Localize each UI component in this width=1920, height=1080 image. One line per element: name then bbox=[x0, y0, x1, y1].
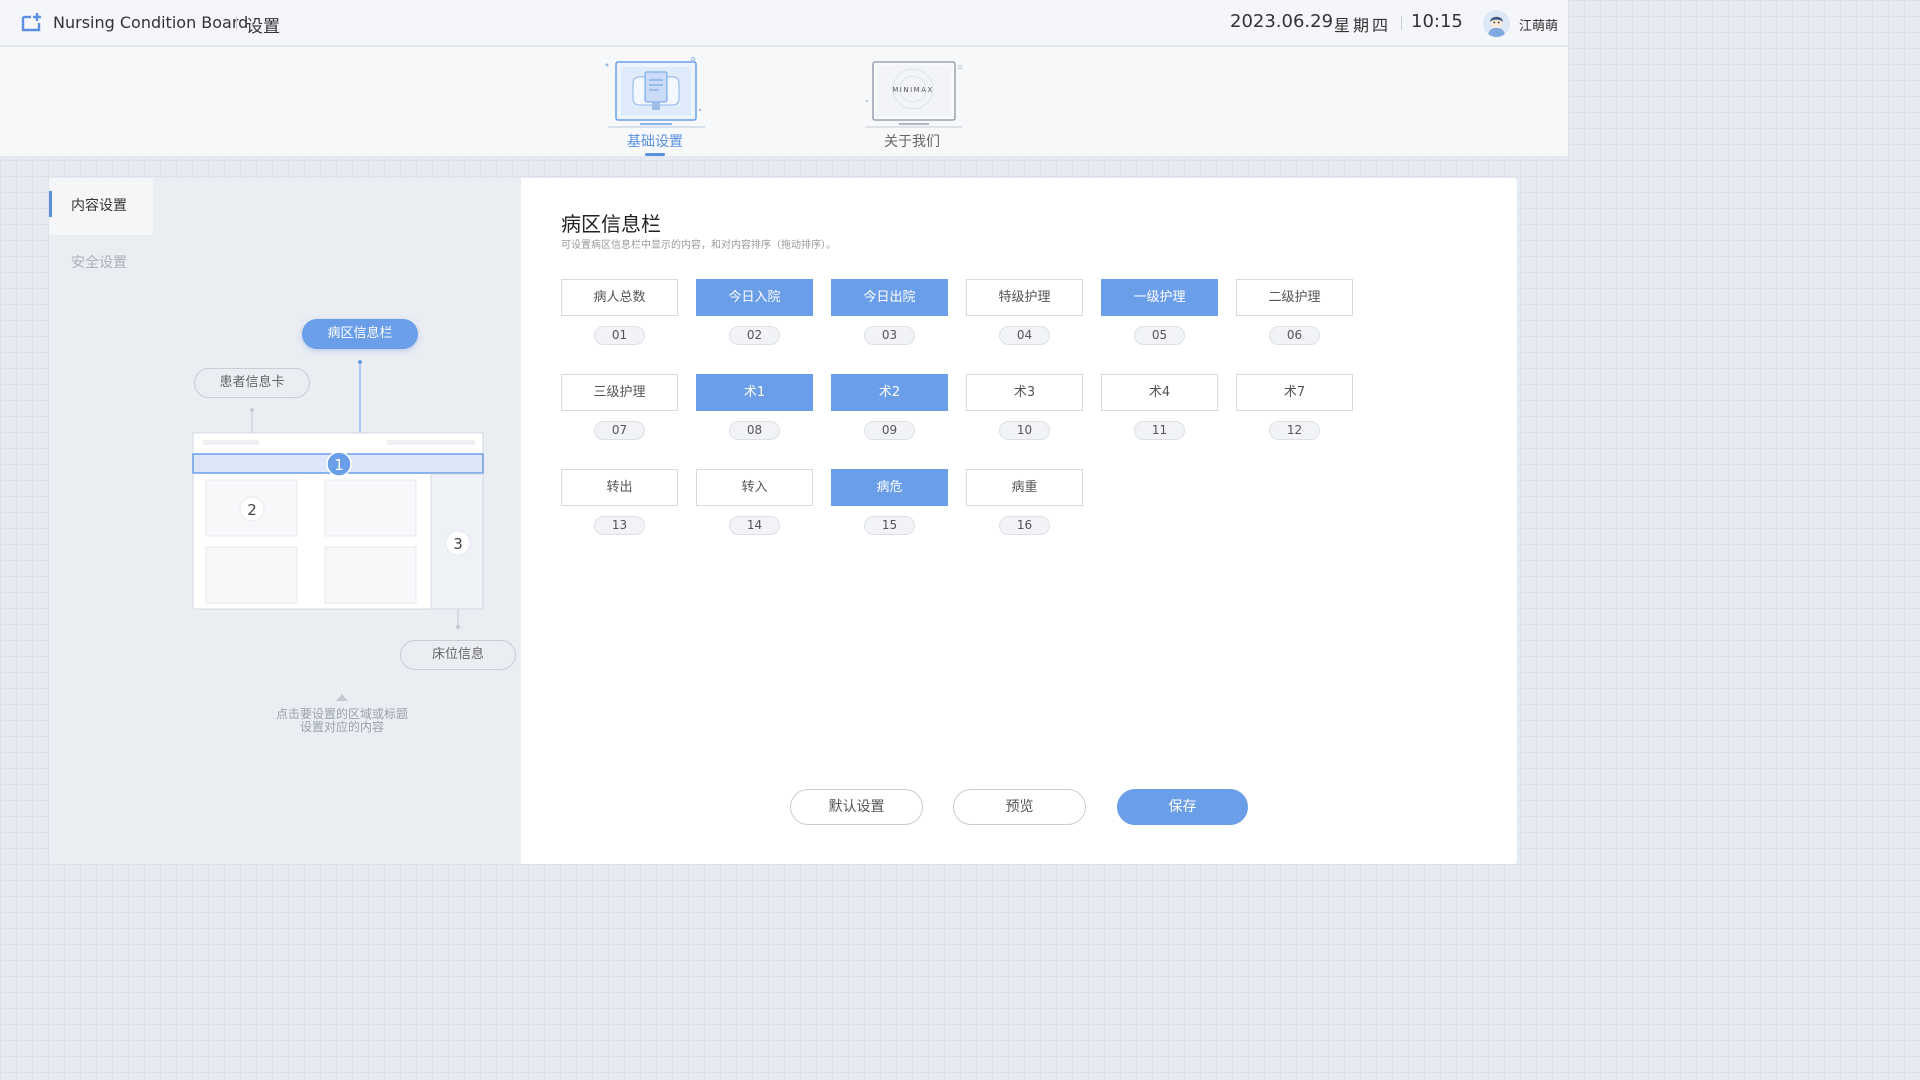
ward-info-item-order: 14 bbox=[729, 516, 780, 535]
ward-info-item[interactable]: 术4 11 bbox=[1101, 374, 1218, 440]
ward-info-item[interactable]: 病危 15 bbox=[831, 469, 948, 535]
about-logo-text: MINIMAX bbox=[892, 86, 934, 94]
ward-info-item-order: 09 bbox=[864, 421, 915, 440]
preview-hint: 点击要设置的区域或标题 设置对应的内容 bbox=[249, 708, 435, 734]
tab-about-us-label: 关于我们 bbox=[884, 134, 940, 150]
ward-info-item-order: 05 bbox=[1134, 326, 1185, 345]
ward-info-item-toggle[interactable]: 二级护理 bbox=[1236, 279, 1353, 316]
ward-info-item-toggle[interactable]: 今日出院 bbox=[831, 279, 948, 316]
about-us-illustration-icon: MINIMAX bbox=[865, 61, 963, 128]
ward-info-item[interactable]: 术7 12 bbox=[1236, 374, 1353, 440]
ward-info-item[interactable]: 一级护理 05 bbox=[1101, 279, 1218, 345]
ward-info-item-toggle[interactable]: 一级护理 bbox=[1101, 279, 1218, 316]
ward-info-item-order: 07 bbox=[594, 421, 645, 440]
ward-info-item-toggle[interactable]: 术7 bbox=[1236, 374, 1353, 411]
ward-info-item[interactable]: 转出 13 bbox=[561, 469, 678, 535]
ward-info-item[interactable]: 术1 08 bbox=[696, 374, 813, 440]
tab-basic-settings-label: 基础设置 bbox=[627, 134, 683, 150]
ward-info-item[interactable]: 转入 14 bbox=[696, 469, 813, 535]
ward-info-item-order: 11 bbox=[1134, 421, 1185, 440]
left-column: 内容设置 安全设置 1 2 3 病区信息栏 患者信息卡 床位信息 点击要设置的区… bbox=[49, 178, 521, 864]
ward-info-item-order: 02 bbox=[729, 326, 780, 345]
ward-info-item-toggle[interactable]: 病人总数 bbox=[561, 279, 678, 316]
ward-info-item-toggle[interactable]: 术2 bbox=[831, 374, 948, 411]
ward-info-item-order: 01 bbox=[594, 326, 645, 345]
bed-info-pill[interactable]: 床位信息 bbox=[400, 640, 516, 670]
page-title: 设置 bbox=[246, 17, 280, 37]
ward-info-item-toggle[interactable]: 转出 bbox=[561, 469, 678, 506]
avatar-image-icon bbox=[1483, 10, 1510, 37]
preview-patient-card[interactable] bbox=[324, 546, 417, 604]
section-description: 可设置病区信息栏中显示的内容，和对内容排序（拖动排序）。 bbox=[561, 240, 836, 251]
ward-info-item[interactable]: 术2 09 bbox=[831, 374, 948, 440]
patient-info-card-pill[interactable]: 患者信息卡 bbox=[194, 368, 310, 398]
top-nav: 基础设置 MINIMAX 关于我们 bbox=[0, 47, 1568, 157]
ward-info-item[interactable]: 病重 16 bbox=[966, 469, 1083, 535]
app-logo-icon bbox=[21, 13, 41, 32]
avatar[interactable] bbox=[1483, 10, 1510, 37]
layout-preview-diagram: 1 2 3 bbox=[192, 360, 484, 629]
ward-info-item-order: 08 bbox=[729, 421, 780, 440]
ward-info-item-order: 15 bbox=[864, 516, 915, 535]
app-header: Nursing Condition Board 设置 2023.06.29 星期… bbox=[0, 0, 1568, 46]
ward-info-item-toggle[interactable]: 今日入院 bbox=[696, 279, 813, 316]
right-column: 病区信息栏 可设置病区信息栏中显示的内容，和对内容排序（拖动排序）。 病人总数 0… bbox=[521, 178, 1517, 864]
ward-info-item-toggle[interactable]: 术4 bbox=[1101, 374, 1218, 411]
hint-arrow-icon bbox=[336, 694, 348, 701]
tab-basic-settings[interactable]: 基础设置 bbox=[590, 47, 720, 157]
current-weekday: 星期四 bbox=[1334, 16, 1392, 35]
title-divider bbox=[236, 16, 237, 30]
marker-2-label: 2 bbox=[247, 501, 257, 519]
ward-info-item-toggle[interactable]: 术1 bbox=[696, 374, 813, 411]
preview-patient-card[interactable] bbox=[324, 479, 417, 537]
marker-3-label: 3 bbox=[453, 535, 463, 553]
current-time: 10:15 bbox=[1411, 11, 1463, 32]
ward-info-item[interactable]: 病人总数 01 bbox=[561, 279, 678, 345]
ward-info-item-order: 04 bbox=[999, 326, 1050, 345]
app-title: Nursing Condition Board bbox=[53, 13, 249, 32]
ward-info-item-order: 03 bbox=[864, 326, 915, 345]
ward-info-item[interactable]: 今日入院 02 bbox=[696, 279, 813, 345]
ward-info-item[interactable]: 术3 10 bbox=[966, 374, 1083, 440]
ward-info-item-toggle[interactable]: 术3 bbox=[966, 374, 1083, 411]
marker-1-label: 1 bbox=[334, 456, 344, 474]
ward-info-item-order: 12 bbox=[1269, 421, 1320, 440]
settings-panel: 内容设置 安全设置 1 2 3 病区信息栏 患者信息卡 床位信息 点击要设置的区… bbox=[49, 178, 1517, 864]
preview-hint-line2: 设置对应的内容 bbox=[299, 720, 384, 734]
ward-info-item[interactable]: 三级护理 07 bbox=[561, 374, 678, 440]
ward-info-item-order: 16 bbox=[999, 516, 1050, 535]
basic-settings-illustration-icon bbox=[605, 57, 705, 128]
ward-info-item-toggle[interactable]: 病重 bbox=[966, 469, 1083, 506]
preview-patient-card[interactable] bbox=[205, 546, 298, 604]
ward-info-bar-pill[interactable]: 病区信息栏 bbox=[302, 319, 418, 349]
tab-about-us[interactable]: MINIMAX 关于我们 bbox=[847, 47, 977, 157]
ward-info-item[interactable]: 特级护理 04 bbox=[966, 279, 1083, 345]
ward-info-item-order: 13 bbox=[594, 516, 645, 535]
ward-info-item-toggle[interactable]: 病危 bbox=[831, 469, 948, 506]
user-name[interactable]: 江萌萌 bbox=[1519, 15, 1558, 34]
ward-info-item[interactable]: 二级护理 06 bbox=[1236, 279, 1353, 345]
time-divider bbox=[1401, 16, 1402, 30]
section-title: 病区信息栏 bbox=[561, 212, 661, 236]
ward-info-item-toggle[interactable]: 三级护理 bbox=[561, 374, 678, 411]
default-settings-button[interactable]: 默认设置 bbox=[790, 789, 923, 825]
current-date: 2023.06.29 bbox=[1230, 11, 1334, 32]
ward-info-item-toggle[interactable]: 转入 bbox=[696, 469, 813, 506]
active-tab-indicator bbox=[645, 153, 665, 156]
preview-button[interactable]: 预览 bbox=[953, 789, 1086, 825]
ward-info-item[interactable]: 今日出院 03 bbox=[831, 279, 948, 345]
save-button[interactable]: 保存 bbox=[1117, 789, 1248, 825]
ward-info-item-order: 06 bbox=[1269, 326, 1320, 345]
ward-info-item-order: 10 bbox=[999, 421, 1050, 440]
ward-info-item-toggle[interactable]: 特级护理 bbox=[966, 279, 1083, 316]
